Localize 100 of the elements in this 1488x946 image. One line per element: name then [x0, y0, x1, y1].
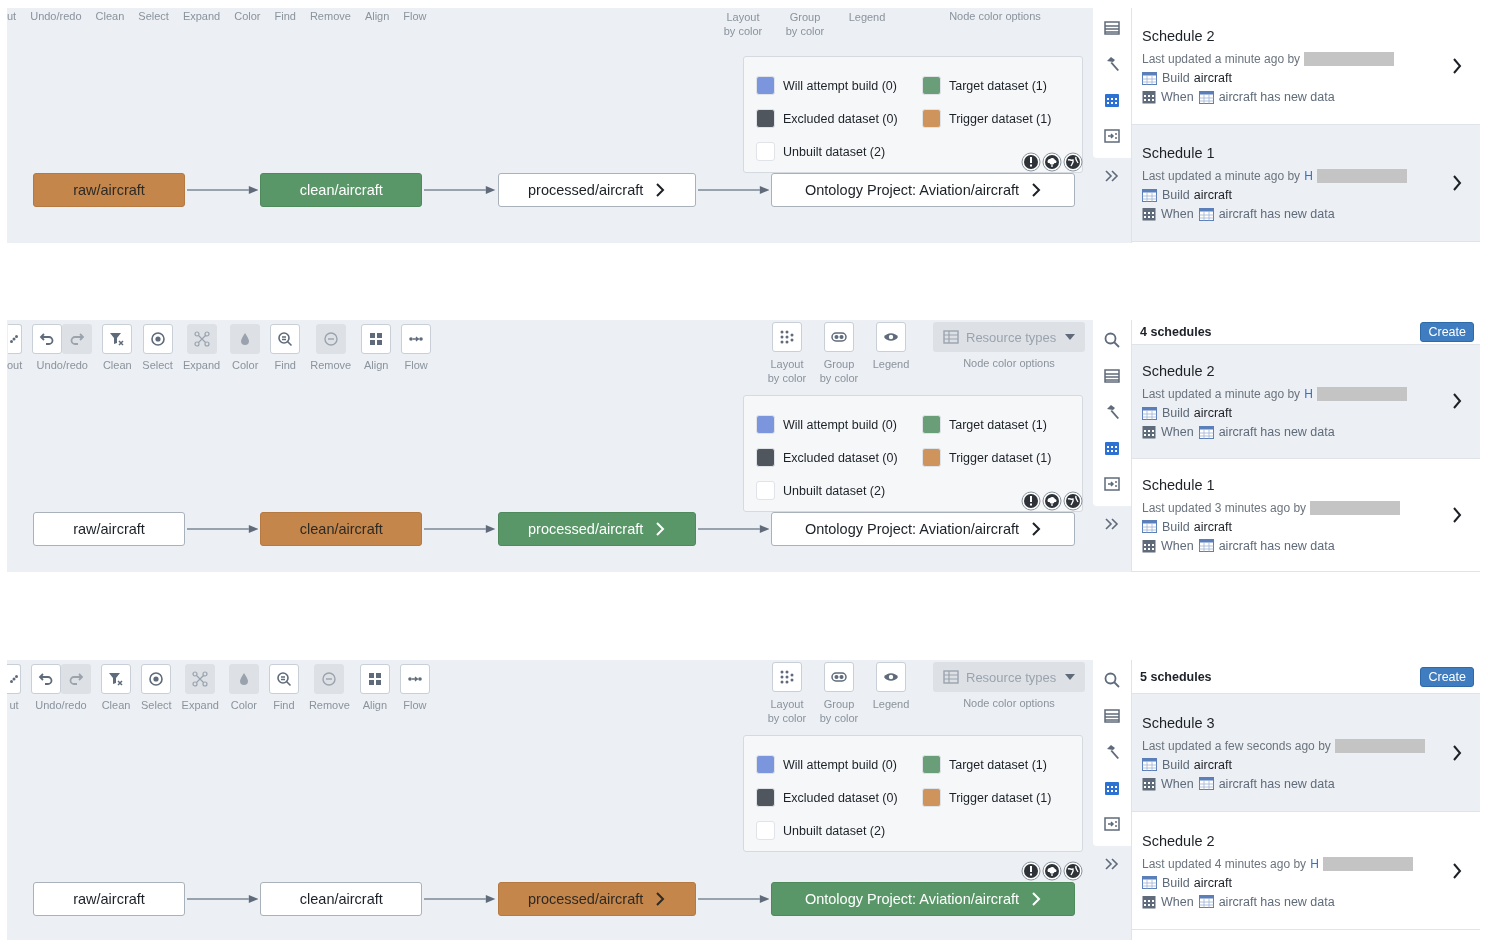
chevron-right-icon — [1452, 175, 1462, 191]
dataset-node[interactable]: clean/aircraft — [260, 173, 423, 207]
updated-text: Last updated 4 minutes ago by — [1142, 856, 1307, 871]
build-target: aircraft — [1193, 406, 1232, 421]
form-icon — [1104, 816, 1120, 832]
edge-arrow — [187, 185, 259, 195]
user-link[interactable]: H — [1304, 387, 1313, 402]
list-icon — [1104, 708, 1120, 724]
clean-icon — [109, 331, 126, 347]
user-link[interactable]: H — [1310, 856, 1319, 871]
calendar-icon — [1104, 780, 1120, 796]
undo-button[interactable] — [31, 664, 61, 694]
toolbar-label: Color — [230, 699, 258, 711]
toolbar-label: Color — [234, 10, 261, 22]
schedule-item[interactable]: Schedule 3 Last updated a few seconds ago by Build aircraft When aircraft has new data — [1132, 694, 1480, 812]
align-button[interactable] — [359, 664, 390, 694]
form-icon — [1104, 476, 1120, 492]
schedule-item[interactable]: Schedule 2 Last updated a minute ago by H Build aircraft When aircraft has new data — [1132, 345, 1480, 459]
create-button[interactable]: Create — [1420, 666, 1474, 687]
group-button[interactable] — [824, 322, 854, 352]
dataset-node[interactable]: raw/aircraft — [33, 512, 185, 546]
toolbar-label: Group by color — [818, 357, 860, 385]
layout-button[interactable] — [7, 664, 21, 694]
select-button[interactable] — [142, 324, 173, 354]
when-label: When — [1161, 894, 1194, 909]
globe-icon — [1063, 861, 1083, 881]
dots-button[interactable] — [772, 322, 802, 352]
flow-button[interactable] — [399, 664, 430, 694]
group-icon — [831, 669, 847, 685]
dataset-node[interactable]: Ontology Project: Aviation/aircraft — [771, 173, 1075, 207]
toolbar-label: Flow — [403, 10, 427, 22]
legend-label: Excluded dataset (0) — [783, 111, 898, 126]
dots-icon — [779, 669, 795, 685]
redo-icon — [68, 331, 85, 347]
schedule-item[interactable]: Schedule 1 Last updated 3 minutes ago by Build aircraft When aircraft has new data — [1132, 458, 1480, 572]
chevron-right-icon — [1452, 506, 1462, 523]
toolbar-label: Remove — [310, 359, 352, 371]
undo-button[interactable] — [32, 324, 63, 354]
dataset-node[interactable]: Ontology Project: Aviation/aircraft — [771, 512, 1075, 546]
eye-button[interactable] — [876, 662, 906, 692]
align-button[interactable] — [361, 324, 392, 354]
toolbar-label: Remove — [308, 699, 350, 711]
dataset-node[interactable]: processed/aircraft — [497, 882, 696, 916]
user-link[interactable]: H — [1304, 169, 1313, 183]
build-target: aircraft — [1193, 71, 1232, 85]
find-button[interactable] — [270, 324, 301, 354]
group-button[interactable] — [824, 662, 854, 692]
find-button[interactable] — [268, 664, 299, 694]
dataset-node[interactable]: Ontology Project: Aviation/aircraft — [771, 882, 1075, 916]
list-icon — [1104, 368, 1120, 384]
trigger-condition: aircraft has new data — [1218, 425, 1335, 440]
layout-button[interactable] — [7, 324, 22, 354]
dataset-node[interactable]: raw/aircraft — [33, 882, 185, 916]
legend-label: Target dataset (1) — [949, 757, 1047, 772]
legend-label: Excluded dataset (0) — [783, 790, 898, 805]
calendar-icon — [1104, 440, 1120, 456]
toolbar-label: Layout by color — [722, 10, 764, 38]
build-label: Build — [1162, 757, 1190, 772]
toolbar-label: Find — [273, 699, 295, 711]
schedule-item[interactable]: Schedule 1 Last updated a minute ago by H Build aircraft When aircraft has new data — [1132, 125, 1480, 242]
table-icon — [943, 670, 959, 684]
select-button[interactable] — [141, 664, 172, 694]
chevron-right-icon — [655, 522, 666, 536]
find-icon — [275, 671, 292, 687]
schedule-count: 5 schedules — [1140, 669, 1212, 684]
create-button[interactable]: Create — [1420, 322, 1474, 342]
dataset-node[interactable]: processed/aircraft — [497, 173, 696, 207]
edge-arrow — [697, 185, 769, 195]
toolbar-label: Node color options — [949, 10, 1041, 22]
dataset-node[interactable]: clean/aircraft — [260, 512, 423, 546]
toolbar-label: ut — [7, 10, 17, 22]
dots-button[interactable] — [772, 662, 802, 692]
chevron-right-icon — [655, 892, 666, 906]
flow-button[interactable] — [401, 324, 432, 354]
find-icon — [277, 331, 294, 347]
align-icon — [366, 671, 383, 687]
trigger-condition: aircraft has new data — [1218, 894, 1335, 909]
schedule-title: Schedule 2 — [1142, 832, 1216, 849]
dataset-node[interactable]: raw/aircraft — [33, 173, 185, 207]
undo-icon — [38, 671, 54, 687]
calendar-icon — [1142, 425, 1156, 440]
calendar-icon — [1142, 894, 1156, 909]
updated-text: Last updated a few seconds ago by — [1142, 738, 1331, 753]
when-label: When — [1161, 90, 1194, 104]
table-icon — [943, 330, 959, 344]
clean-button[interactable] — [102, 324, 133, 354]
toolbar-label: Select — [141, 699, 172, 711]
eye-button[interactable] — [876, 322, 906, 352]
chevron-right-icon — [655, 183, 666, 197]
cloud-upload-icon — [1042, 861, 1062, 881]
toolbar-label: Find — [274, 10, 296, 22]
when-label: When — [1161, 776, 1194, 791]
dataset-node[interactable]: processed/aircraft — [497, 512, 696, 546]
dataset-node[interactable]: clean/aircraft — [260, 882, 423, 916]
schedule-title: Schedule 2 — [1142, 28, 1216, 44]
align-icon — [368, 331, 385, 347]
toolbar-label: Flow — [404, 359, 428, 371]
schedule-item[interactable]: Schedule 2 Last updated 4 minutes ago by H Build aircraft When aircraft has new data — [1132, 812, 1480, 930]
toolbar-label: ut — [9, 699, 19, 711]
clean-button[interactable] — [101, 664, 131, 694]
